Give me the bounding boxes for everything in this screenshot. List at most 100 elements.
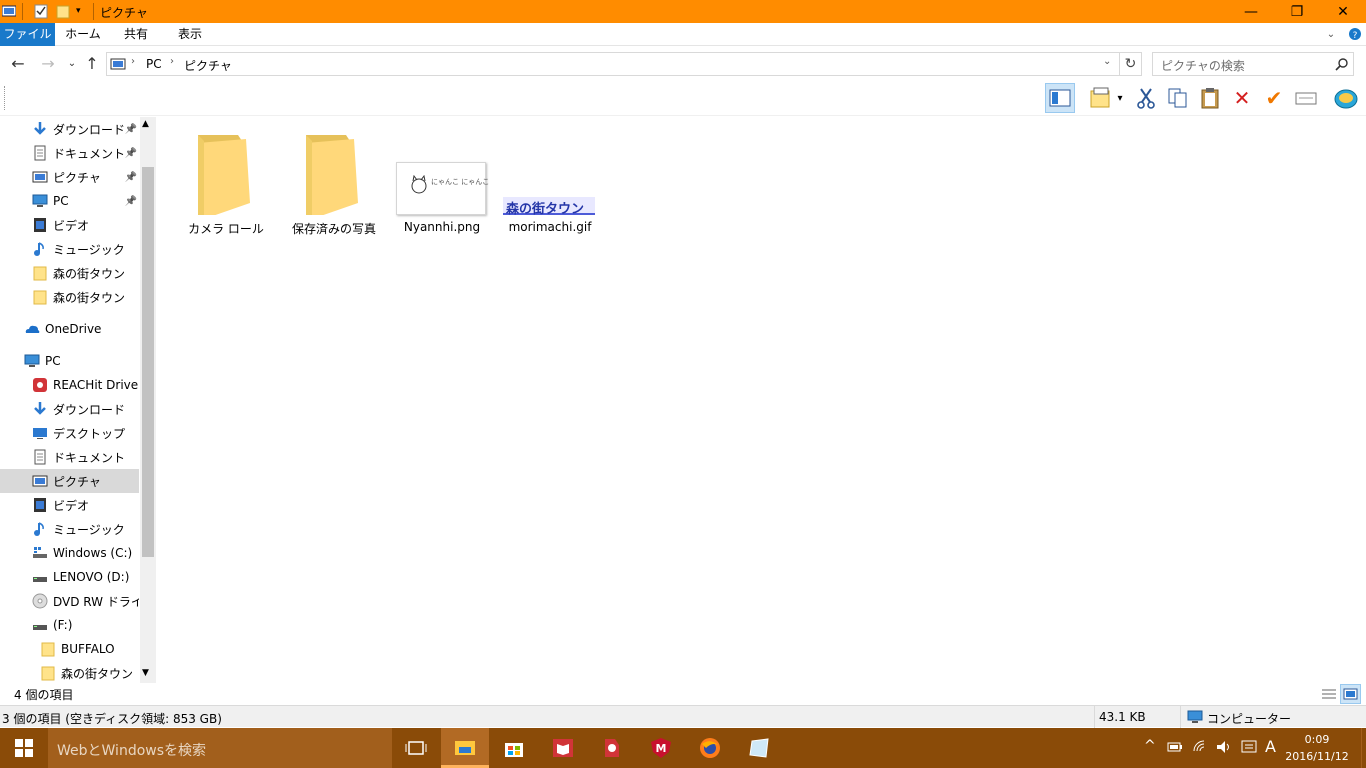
breadcrumb-chevron-icon[interactable]: › — [170, 56, 174, 67]
window-title: ピクチャ — [100, 6, 148, 20]
pc-icon — [24, 353, 40, 369]
forward-arrow-icon[interactable]: → — [38, 53, 58, 75]
task-view-icon[interactable] — [392, 728, 440, 768]
battery-icon[interactable] — [1166, 739, 1184, 759]
customize-quick-access-icon[interactable]: ▾ — [76, 3, 88, 20]
start-button[interactable] — [0, 728, 48, 768]
folder-icon — [32, 289, 48, 305]
file-item-image[interactable]: にゃんこ にゃんこ Nyannhi.png — [392, 128, 492, 238]
preview-pane-button[interactable] — [1045, 83, 1075, 113]
minimize-button[interactable]: — — [1228, 0, 1274, 23]
sidebar-pc-item[interactable]: DVD RW ドライブ ( — [0, 589, 139, 613]
dropdown-icon[interactable]: ▾ — [1113, 83, 1127, 113]
file-item-folder[interactable]: カメラ ロール — [176, 128, 276, 238]
search-input[interactable]: ピクチャの検索 — [1152, 52, 1354, 76]
tab-view[interactable]: 表示 — [172, 23, 208, 46]
sidebar-pc-item[interactable]: Windows (C:) — [0, 541, 139, 565]
sidebar-item-label: REACHit Drive — [53, 378, 139, 392]
clock[interactable]: 0:09 2016/11/12 — [1284, 731, 1350, 765]
close-button[interactable]: ✕ — [1320, 0, 1366, 23]
sidebar-pc-item[interactable]: BUFFALO — [0, 637, 139, 661]
recent-locations-icon[interactable]: ⌄ — [62, 53, 82, 75]
breadcrumb-chevron-icon[interactable]: › — [131, 56, 135, 67]
properties-icon[interactable] — [34, 3, 48, 20]
tab-home[interactable]: ホーム — [62, 23, 104, 46]
expand-ribbon-icon[interactable]: ⌄ — [1322, 23, 1340, 46]
volume-icon[interactable] — [1215, 739, 1233, 759]
cut-icon[interactable] — [1131, 83, 1161, 113]
action-center-icon[interactable] — [1240, 739, 1258, 759]
show-hidden-icons-icon[interactable]: ^ — [1144, 738, 1156, 754]
new-folder-icon[interactable] — [56, 3, 70, 20]
image-thumbnail: 森の街タウン — [503, 197, 595, 217]
large-icons-view-icon[interactable] — [1340, 684, 1361, 704]
sidebar-pc-item[interactable]: (F:) — [0, 613, 139, 637]
sidebar-pc[interactable]: PC — [0, 349, 139, 373]
sidebar-quick-item[interactable]: ビデオ — [0, 213, 139, 237]
sidebar-pc-item[interactable]: ドキュメント — [0, 445, 139, 469]
paste-icon[interactable] — [1195, 83, 1225, 113]
sidebar-pc-item[interactable]: 森の街タウン — [0, 661, 139, 683]
tab-share[interactable]: 共有 — [118, 23, 154, 46]
pin-icon[interactable]: 📌 — [125, 172, 137, 183]
notes-app-icon[interactable] — [735, 728, 783, 768]
show-desktop-button[interactable] — [1361, 728, 1366, 768]
sidebar-onedrive[interactable]: OneDrive — [0, 317, 139, 341]
maximize-button[interactable]: ❐ — [1274, 0, 1320, 23]
sidebar-pc-item[interactable]: ダウンロード — [0, 397, 139, 421]
tab-file[interactable]: ファイル — [0, 23, 55, 46]
copy-icon[interactable] — [1163, 83, 1193, 113]
store-icon[interactable] — [490, 728, 538, 768]
reachit-icon[interactable] — [588, 728, 636, 768]
check-icon[interactable]: ✔ — [1259, 83, 1289, 113]
sidebar-quick-item[interactable]: ダウンロード 📌 — [0, 117, 139, 141]
file-name: 保存済みの写真 — [291, 222, 376, 236]
properties-icon[interactable] — [1291, 83, 1321, 113]
sidebar-pc-item[interactable]: REACHit Drive — [0, 373, 139, 397]
pin-icon[interactable]: 📌 — [125, 124, 137, 135]
status-bar: 3 個の項目 (空きディスク領域: 853 GB) 43.1 KB コンピュータ… — [0, 705, 1366, 728]
back-arrow-icon[interactable]: ← — [8, 53, 28, 75]
refresh-button[interactable]: ↻ — [1120, 52, 1142, 76]
up-arrow-icon[interactable]: ↑ — [82, 53, 102, 75]
window-icon[interactable] — [1, 3, 17, 20]
sidebar-quick-item[interactable]: PC 📌 — [0, 189, 139, 213]
address-bar[interactable]: › PC › ピクチャ ⌄ — [106, 52, 1120, 76]
sidebar-pc-item[interactable]: ミュージック — [0, 517, 139, 541]
sidebar-quick-item[interactable]: ドキュメント 📌 — [0, 141, 139, 165]
sidebar-pc-item[interactable]: LENOVO (D:) — [0, 565, 139, 589]
scrollbar-thumb[interactable] — [142, 167, 154, 557]
ime-indicator[interactable]: A — [1265, 737, 1276, 756]
scroll-up-icon[interactable]: ▲ — [142, 119, 149, 129]
breadcrumb-pictures[interactable]: ピクチャ — [184, 57, 232, 74]
delete-icon[interactable]: ✕ — [1227, 83, 1257, 113]
breadcrumb-pc[interactable]: PC — [146, 57, 162, 71]
file-item-image[interactable]: 森の街タウン morimachi.gif — [500, 128, 600, 238]
sidebar-quick-item[interactable]: ピクチャ 📌 — [0, 165, 139, 189]
sidebar-quick-item[interactable]: 森の街タウン — [0, 261, 139, 285]
help-icon[interactable]: ? — [1346, 23, 1364, 46]
rename-icon[interactable] — [1085, 83, 1115, 113]
sidebar-quick-item[interactable]: 森の街タウン — [0, 285, 139, 309]
mcafee-icon[interactable]: M — [637, 728, 685, 768]
pin-icon[interactable]: 📌 — [125, 148, 137, 159]
sidebar-quick-item[interactable]: ミュージック — [0, 237, 139, 261]
sidebar-item-label: OneDrive — [45, 322, 102, 336]
scroll-down-icon[interactable]: ▼ — [142, 668, 149, 678]
toolbar-grip[interactable] — [4, 86, 7, 110]
wifi-icon[interactable] — [1192, 739, 1210, 759]
details-view-icon[interactable] — [1320, 685, 1338, 703]
search-icon[interactable] — [1335, 57, 1349, 74]
file-explorer-icon[interactable] — [441, 728, 489, 768]
reader-app-icon[interactable] — [539, 728, 587, 768]
pin-icon[interactable]: 📌 — [125, 196, 137, 207]
sidebar-pc-item[interactable]: ピクチャ — [0, 469, 139, 493]
taskbar-search-box[interactable]: WebとWindowsを検索 — [48, 728, 392, 768]
address-dropdown-icon[interactable]: ⌄ — [1103, 56, 1111, 67]
firefox-icon[interactable] — [686, 728, 734, 768]
file-item-folder[interactable]: 保存済みの写真 — [284, 128, 384, 238]
sidebar-pc-item[interactable]: デスクトップ — [0, 421, 139, 445]
folder-icon — [32, 265, 48, 281]
shell-icon[interactable] — [1331, 83, 1361, 113]
sidebar-pc-item[interactable]: ビデオ — [0, 493, 139, 517]
